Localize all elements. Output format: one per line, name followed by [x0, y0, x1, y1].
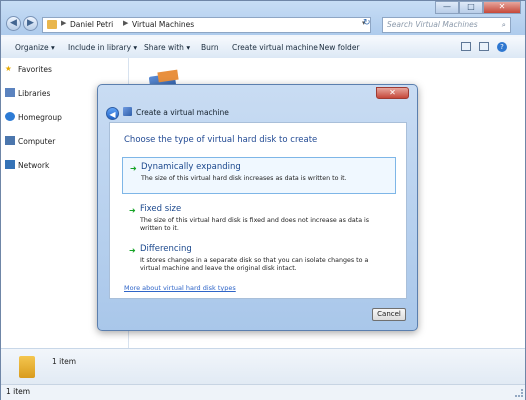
search-icon: ⌕ [501, 20, 506, 29]
dialog-body: Choose the type of virtual hard disk to … [109, 122, 407, 299]
title-bar: ◀ ▶ ▶ Daniel Petri ▶ Virtual Machines ▾ … [1, 1, 525, 35]
preview-pane-icon[interactable] [479, 42, 489, 51]
green-arrow-icon: ➜ [130, 164, 137, 173]
green-arrow-icon: ➜ [129, 246, 136, 255]
star-icon: ★ [5, 64, 12, 73]
network-icon [5, 160, 15, 169]
new-folder-button[interactable]: New folder [319, 43, 360, 52]
refresh-icon[interactable]: ↻ [363, 18, 377, 32]
address-bar[interactable]: ▶ Daniel Petri ▶ Virtual Machines ▾ [42, 17, 371, 33]
sidebar-item-network[interactable]: Network [5, 160, 49, 170]
chevron-right-icon: ▶ [123, 19, 129, 27]
create-vm-dialog: ✕ ◀ Create a virtual machine Choose the … [97, 84, 418, 331]
folder-icon [19, 356, 35, 378]
view-options-icon[interactable] [461, 42, 471, 51]
option-description: The size of this virtual hard disk is fi… [140, 217, 370, 232]
view-controls: ? [461, 42, 507, 52]
details-pane [1, 348, 525, 385]
forward-arrow-icon[interactable]: ▶ [23, 16, 38, 31]
option-dynamically-expanding[interactable]: ➜ Dynamically expanding The size of this… [122, 157, 396, 194]
green-arrow-icon: ➜ [129, 206, 136, 215]
chevron-right-icon: ▶ [61, 19, 67, 27]
more-info-link[interactable]: More about virtual hard disk types [124, 284, 236, 292]
computer-icon [5, 136, 15, 145]
breadcrumb-user[interactable]: Daniel Petri [70, 20, 113, 29]
sidebar-item-homegroup[interactable]: Homegroup [5, 112, 62, 122]
maximize-button[interactable]: □ [459, 1, 483, 14]
option-description: It stores changes in a separate disk so … [140, 257, 369, 272]
status-bar [1, 384, 525, 400]
status-count: 1 item [6, 387, 31, 396]
command-bar: Organize ▾ Include in library ▾ Share wi… [1, 37, 525, 59]
libraries-icon [5, 88, 15, 97]
homegroup-icon [5, 112, 15, 121]
burn-button[interactable]: Burn [201, 43, 219, 52]
sidebar-item-libraries[interactable]: Libraries [5, 88, 50, 98]
organize-menu[interactable]: Organize ▾ [15, 43, 55, 52]
sidebar-item-favorites[interactable]: ★ Favorites [5, 64, 52, 74]
include-in-library-menu[interactable]: Include in library ▾ [68, 43, 137, 52]
virtual-machine-icon [123, 107, 132, 116]
cancel-button[interactable]: Cancel [372, 308, 406, 321]
option-title: Differencing [140, 244, 192, 254]
create-vm-button[interactable]: Create virtual machine [232, 43, 318, 52]
search-placeholder: Search Virtual Machines [387, 20, 478, 29]
dialog-title: Create a virtual machine [136, 108, 229, 117]
window-controls: — □ ✕ [435, 1, 521, 15]
breadcrumb-folder[interactable]: Virtual Machines [132, 20, 194, 29]
close-button[interactable]: ✕ [483, 1, 521, 14]
back-arrow-icon[interactable]: ◀ [6, 16, 21, 31]
help-icon[interactable]: ? [497, 42, 507, 52]
details-count: 1 item [52, 357, 77, 366]
sidebar-item-computer[interactable]: Computer [5, 136, 55, 146]
option-title: Fixed size [140, 204, 182, 214]
share-with-menu[interactable]: Share with ▾ [144, 43, 190, 52]
dialog-close-button[interactable]: ✕ [376, 87, 409, 99]
minimize-button[interactable]: — [435, 1, 459, 14]
dialog-heading: Choose the type of virtual hard disk to … [124, 135, 318, 145]
option-title: Dynamically expanding [141, 162, 241, 172]
option-differencing[interactable]: ➜ Differencing It stores changes in a se… [122, 240, 396, 282]
folder-icon [47, 20, 57, 29]
resize-grip[interactable] [515, 389, 523, 397]
option-fixed-size[interactable]: ➜ Fixed size The size of this virtual ha… [122, 200, 396, 236]
dialog-back-icon[interactable]: ◀ [106, 107, 119, 120]
search-input[interactable]: Search Virtual Machines ⌕ [382, 17, 511, 33]
option-description: The size of this virtual hard disk incre… [141, 175, 347, 182]
